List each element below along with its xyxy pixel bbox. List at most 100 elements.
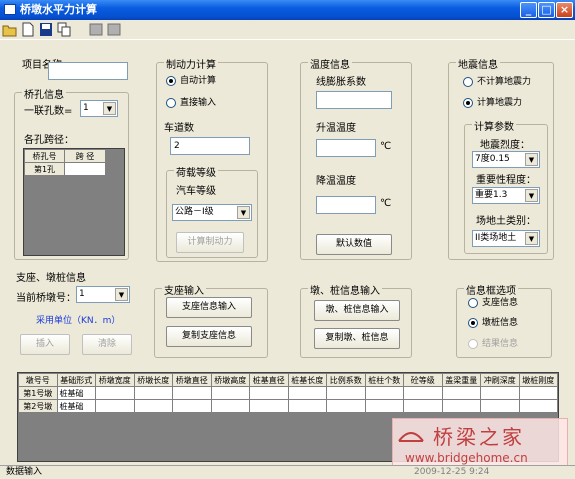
span-row-cell[interactable]: [64, 162, 106, 176]
grid-cell[interactable]: [518, 399, 558, 413]
grid-cell[interactable]: [133, 399, 173, 413]
importance-select[interactable]: 重要1.3 ▼: [472, 187, 540, 204]
grid-cell[interactable]: [210, 386, 250, 400]
seismic-group-title: 地震信息: [456, 56, 500, 71]
grid-cell[interactable]: [441, 386, 481, 400]
grid-cell[interactable]: [364, 386, 404, 400]
load-grade-group-title: 荷载等级: [174, 164, 218, 179]
lanes-input[interactable]: 2: [170, 137, 250, 155]
importance-value: 重要1.3: [475, 190, 508, 200]
calc-seismic-radio[interactable]: 计算地震力: [463, 97, 522, 109]
chevron-down-icon[interactable]: ▼: [237, 206, 250, 219]
grid-cell[interactable]: [249, 399, 289, 413]
table-row[interactable]: 第1号墩 桩基础: [18, 386, 558, 400]
grid-header-cell: 墩桩刚度: [518, 373, 558, 387]
row-header-cell: 第2号墩: [18, 399, 58, 413]
result-info-radio[interactable]: 结果信息: [468, 338, 518, 350]
grid-cell[interactable]: [210, 399, 250, 413]
calc-braking-button[interactable]: 计算制动力: [176, 232, 244, 253]
open-folder-icon[interactable]: [2, 22, 18, 37]
radio-selected-icon: [463, 97, 473, 108]
grid-cell[interactable]: [133, 386, 173, 400]
site-class-label: 场地土类别：: [476, 216, 536, 227]
copy-pier-pile-button[interactable]: 复制墩、桩信息: [314, 328, 400, 349]
copy-bearing-button[interactable]: 复制支座信息: [166, 326, 252, 347]
grid-cell[interactable]: [172, 399, 212, 413]
grid-cell[interactable]: [95, 386, 135, 400]
maximize-button[interactable]: □: [538, 2, 555, 18]
expansion-input[interactable]: [316, 91, 392, 109]
temp-rise-input[interactable]: [316, 139, 376, 157]
site-class-select[interactable]: II类场地土 ▼: [472, 230, 540, 247]
vehicle-grade-select[interactable]: 公路－I级 ▼: [172, 204, 252, 221]
chevron-down-icon[interactable]: ▼: [525, 189, 538, 202]
grid-icon[interactable]: [88, 22, 104, 37]
no-seismic-label: 不计算地震力: [477, 77, 532, 87]
bearing-input-button[interactable]: 支座信息输入: [166, 297, 252, 318]
temperature-group-title: 温度信息: [308, 56, 352, 71]
new-file-icon[interactable]: [20, 22, 36, 37]
watermark: 桥梁之家 www.bridgehome.cn: [392, 418, 568, 470]
grid-cell[interactable]: [249, 386, 289, 400]
auto-calc-radio[interactable]: 自动计算: [166, 75, 216, 87]
chevron-down-icon[interactable]: ▼: [525, 153, 538, 166]
pier-pile-input-button[interactable]: 墩、桩信息输入: [314, 300, 400, 321]
grid-header-cell: 砼等级: [403, 373, 443, 387]
clear-button[interactable]: 清除: [82, 334, 132, 355]
grid-cell[interactable]: [518, 386, 558, 400]
bearing-input-group-title: 支座输入: [162, 282, 206, 297]
chevron-down-icon[interactable]: ▼: [115, 288, 128, 301]
manual-input-radio[interactable]: 直接输入: [166, 97, 216, 109]
copy-icon[interactable]: [56, 22, 72, 37]
temp-drop-input[interactable]: [316, 196, 376, 214]
grid-cell[interactable]: [326, 386, 366, 400]
bearing-info-radio[interactable]: 支座信息: [468, 297, 518, 309]
insert-button[interactable]: 插入: [20, 334, 70, 355]
chevron-down-icon[interactable]: ▼: [103, 102, 116, 115]
grid-cell[interactable]: [480, 399, 520, 413]
default-values-button[interactable]: 默认数值: [316, 234, 392, 255]
no-seismic-radio[interactable]: 不计算地震力: [463, 76, 531, 88]
save-icon[interactable]: [38, 22, 54, 37]
span-row-label: 第1孔: [24, 162, 65, 176]
grid-cell[interactable]: [403, 386, 443, 400]
project-name-label: 项目名称: [22, 60, 62, 71]
current-pier-value: 1: [79, 289, 85, 299]
table-icon[interactable]: [106, 22, 122, 37]
radio-icon: [468, 338, 478, 349]
table-row[interactable]: 第2号墩 桩基础: [18, 399, 558, 413]
calc-seismic-label: 计算地震力: [477, 98, 523, 108]
current-pier-select[interactable]: 1 ▼: [76, 286, 130, 303]
grid-cell[interactable]: 桩基础: [56, 399, 96, 413]
braking-force-group-title: 制动力计算: [164, 56, 218, 71]
intensity-select[interactable]: 7度0.15 ▼: [472, 151, 540, 168]
grid-cell[interactable]: [95, 399, 135, 413]
grid-cell[interactable]: [441, 399, 481, 413]
minimize-button[interactable]: _: [520, 2, 537, 18]
pier-pile-info-label: 墩桩信息: [482, 318, 519, 328]
watermark-url: www.bridgehome.cn: [405, 451, 528, 465]
close-button[interactable]: ×: [556, 2, 573, 18]
pier-pile-info-radio[interactable]: 墩桩信息: [468, 317, 518, 329]
auto-calc-label: 自动计算: [180, 76, 217, 86]
chevron-down-icon[interactable]: ▼: [525, 232, 538, 245]
span-count-select[interactable]: 1 ▼: [80, 100, 118, 117]
grid-cell[interactable]: [326, 399, 366, 413]
grid-cell[interactable]: [287, 399, 327, 413]
grid-cell[interactable]: [480, 386, 520, 400]
span-table[interactable]: 桥孔号 跨 径 第1孔: [23, 148, 125, 256]
status-text: 数据输入: [6, 467, 43, 477]
grid-cell[interactable]: [172, 386, 212, 400]
app-icon: [4, 4, 16, 15]
grid-cell[interactable]: [403, 399, 443, 413]
grid-header-cell: 桩柱个数: [364, 373, 404, 387]
radio-icon: [468, 297, 478, 308]
grid-cell[interactable]: [364, 399, 404, 413]
window-title: 桥墩水平力计算: [20, 3, 97, 16]
temp-rise-unit: ℃: [380, 141, 392, 152]
grid-cell[interactable]: 桩基础: [56, 386, 96, 400]
project-name-input[interactable]: [48, 62, 128, 80]
grid-header-cell: 桥墩直径: [172, 373, 212, 387]
info-options-group-title: 信息框选项: [464, 282, 518, 297]
grid-cell[interactable]: [287, 386, 327, 400]
